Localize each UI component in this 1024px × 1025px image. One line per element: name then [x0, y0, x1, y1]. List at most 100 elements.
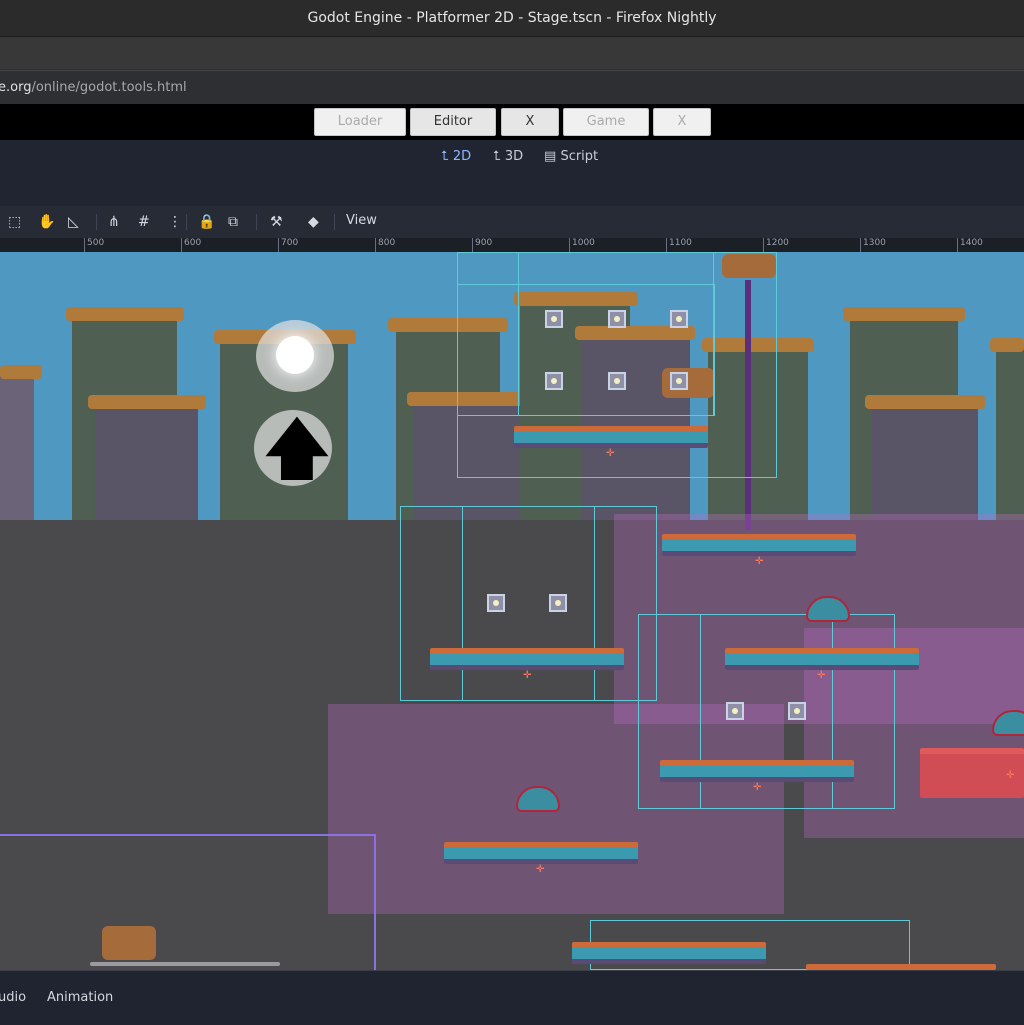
horizontal-ruler: 500 600 700 800 900 1000 1100 1200 1300 … [0, 238, 1024, 253]
tab-audio[interactable]: udio [0, 990, 26, 1005]
ruler-icon[interactable]: ◺ [68, 214, 79, 230]
mode-2d-label: 2D [452, 149, 472, 164]
bone-icon[interactable]: ⚒ [270, 214, 283, 230]
collision-outline [457, 284, 715, 416]
coin [670, 372, 688, 390]
toolbar-separator [186, 214, 187, 230]
grid-snap-icon[interactable]: # [138, 214, 150, 230]
coin [788, 702, 806, 720]
scene-viewport[interactable]: ✛ ✛ ✛ ✛ ✛ ✛ ✛ 🡅 [0, 252, 1024, 970]
toolbar-separator [334, 214, 335, 230]
node-pivot[interactable]: ✛ [523, 671, 531, 681]
loader-button[interactable]: Loader [314, 108, 406, 136]
editor-button[interactable]: Editor [410, 108, 496, 136]
coin [545, 372, 563, 390]
platform [572, 942, 766, 964]
background-pillar [872, 402, 978, 520]
platform [444, 842, 638, 864]
coin [487, 594, 505, 612]
select-icon[interactable]: ⬚ [8, 214, 21, 230]
ruler-tick [763, 238, 764, 252]
ruler-tick [84, 238, 85, 252]
2d-mode-icon: ⮤ [441, 149, 449, 164]
toolbar-separator [96, 214, 97, 230]
canvas-toolbar: ⬚ ✋ ◺ ⋔ # ⋮ 🔒 ⧉ ⚒ ◆ View [0, 206, 1024, 239]
3d-mode-icon: ⮤ [493, 149, 501, 164]
bottom-panel: udio Animation [0, 970, 1024, 1025]
node-pivot[interactable]: ✛ [817, 671, 825, 681]
pillar-foliage [843, 307, 965, 321]
pillar-foliage [865, 395, 985, 409]
ruler-label: 600 [184, 238, 202, 248]
ruler-tick [181, 238, 182, 252]
tab-animation[interactable]: Animation [47, 990, 113, 1005]
ruler-label: 900 [475, 238, 493, 248]
launcher-bar: Loader Editor X Game X [0, 104, 1024, 140]
ruler-label: 800 [378, 238, 396, 248]
coin [549, 594, 567, 612]
window-title-bar: Godot Engine - Platformer 2D - Stage.tsc… [0, 0, 1024, 36]
platform [514, 426, 708, 448]
ruler-label: 1200 [766, 238, 789, 248]
editor-top-bar: ⮤ 2D ⮤ 3D ▤ Script [0, 140, 1024, 206]
ruler-label: 1300 [863, 238, 886, 248]
platform [430, 648, 624, 670]
node-pivot[interactable]: ✛ [536, 865, 544, 875]
ruler-label: 1400 [960, 238, 983, 248]
ruler-tick [957, 238, 958, 252]
fire-orb-icon [276, 336, 314, 374]
pillar-foliage [990, 338, 1024, 352]
node-pivot[interactable]: ✛ [606, 449, 614, 459]
url-path: /online/godot.tools.html [31, 80, 187, 95]
ruler-label: 1100 [669, 238, 692, 248]
ruler-tick [375, 238, 376, 252]
crate-block [102, 926, 156, 960]
node-pivot[interactable]: ✛ [1006, 771, 1014, 781]
platform [662, 534, 856, 556]
ruler-tick [860, 238, 861, 252]
close-game-button[interactable]: X [653, 108, 711, 136]
ruler-label: 700 [281, 238, 299, 248]
toolbar-separator [256, 214, 257, 230]
pillar-foliage [88, 395, 206, 409]
more-vertical-icon[interactable]: ⋮ [168, 214, 182, 230]
mode-2d[interactable]: ⮤ 2D [441, 149, 471, 164]
coin [670, 310, 688, 328]
node-pivot[interactable]: ✛ [753, 783, 761, 793]
script-icon: ▤ [544, 149, 557, 164]
window-title: Godot Engine - Platformer 2D - Stage.tsc… [307, 10, 717, 26]
lock-icon[interactable]: 🔒 [198, 214, 215, 230]
background-pillar [0, 370, 34, 520]
ruler-label: 500 [87, 238, 105, 248]
url-domain: e.org [0, 80, 32, 95]
view-menu[interactable]: View [346, 213, 377, 228]
camera-icon[interactable]: ◆ [308, 214, 319, 230]
pan-hand-icon[interactable]: ✋ [38, 214, 55, 230]
platform [725, 648, 919, 670]
snap-icon[interactable]: ⋔ [108, 214, 120, 230]
camera-limit-outline [0, 834, 376, 970]
pillar-foliage [66, 307, 184, 321]
browser-tab-strip [0, 36, 1024, 69]
coin [726, 702, 744, 720]
url-bar[interactable]: e.org/online/godot.tools.html [0, 70, 1024, 105]
game-button[interactable]: Game [563, 108, 649, 136]
background-pillar [996, 344, 1024, 520]
coin [545, 310, 563, 328]
ruler-tick [278, 238, 279, 252]
pillar-foliage [0, 365, 42, 379]
node-pivot[interactable]: ✛ [755, 557, 763, 567]
coin [608, 372, 626, 390]
mode-3d[interactable]: ⮤ 3D [493, 149, 523, 164]
mode-script[interactable]: ▤ Script [544, 149, 598, 164]
group-icon[interactable]: ⧉ [228, 214, 238, 230]
ruler-tick [666, 238, 667, 252]
ruler-label: 1000 [572, 238, 595, 248]
url-text[interactable]: e.org/online/godot.tools.html [0, 80, 187, 95]
ruler-tick [569, 238, 570, 252]
mode-3d-label: 3D [504, 149, 524, 164]
close-editor-button[interactable]: X [501, 108, 559, 136]
jump-arrow-icon: 🡅 [262, 410, 332, 489]
ruler-tick [472, 238, 473, 252]
viewport-scrollbar[interactable] [90, 962, 280, 966]
